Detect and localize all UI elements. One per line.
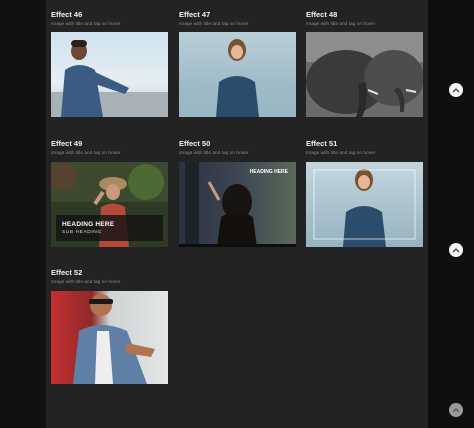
chevron-up-icon: [452, 408, 460, 413]
effect-subtitle: Image with title and tag on hover: [306, 22, 376, 27]
effect-49-image[interactable]: HEADING HERE SUB HEADING: [51, 162, 168, 247]
effect-subtitle: Image with title and tag on hover: [179, 151, 249, 156]
effect-card-47: Effect 47 Image with title and tag on ho…: [179, 10, 299, 28]
scroll-up-button-2[interactable]: [449, 243, 463, 257]
effect-card-48: Effect 48 Image with title and tag on ho…: [306, 10, 426, 28]
effect-card-50: Effect 50 Image with title and tag on ho…: [179, 139, 299, 157]
effect-title: Effect 49: [51, 139, 83, 148]
overlay-heading: HEADING HERE: [249, 169, 288, 175]
effect-card-52: Effect 52 Image with title and tag on ho…: [51, 268, 171, 286]
effect-card-49: Effect 49 Image with title and tag on ho…: [51, 139, 171, 157]
effect-card-46: Effect 46 Image with title and tag on ho…: [51, 10, 171, 28]
effect-50-image[interactable]: HEADING HERE: [179, 162, 296, 247]
effect-subtitle: Image with title and tag on hover: [179, 22, 249, 27]
chevron-up-icon: [452, 248, 460, 253]
overlay-heading: HEADING HERE: [62, 221, 115, 228]
effect-subtitle: Image with title and tag on hover: [51, 22, 121, 27]
effect-title: Effect 48: [306, 10, 338, 19]
heading-overlay: HEADING HERE SUB HEADING: [56, 215, 163, 241]
effect-51-image[interactable]: [306, 162, 423, 247]
effect-title: Effect 52: [51, 268, 83, 277]
overlay-subheading: SUB HEADING: [62, 230, 102, 235]
effect-title: Effect 51: [306, 139, 338, 148]
effect-title: Effect 50: [179, 139, 211, 148]
effect-title: Effect 46: [51, 10, 83, 19]
effects-gallery: Effect 46 Image with title and tag on ho…: [46, 0, 428, 428]
right-margin: [428, 0, 474, 428]
effect-subtitle: Image with title and tag on hover: [306, 151, 376, 156]
effect-title: Effect 47: [179, 10, 211, 19]
effect-48-image[interactable]: [306, 32, 423, 117]
left-margin: [0, 0, 46, 428]
effect-subtitle: Image with title and tag on hover: [51, 151, 121, 156]
effect-52-image[interactable]: [51, 291, 168, 384]
chevron-up-icon: [452, 88, 460, 93]
effect-46-image[interactable]: [51, 32, 168, 117]
effect-47-image[interactable]: [179, 32, 296, 117]
back-to-top-button[interactable]: [449, 403, 463, 417]
scroll-up-button[interactable]: [449, 83, 463, 97]
effect-card-51: Effect 51 Image with title and tag on ho…: [306, 139, 426, 157]
effect-subtitle: Image with title and tag on hover: [51, 280, 121, 285]
